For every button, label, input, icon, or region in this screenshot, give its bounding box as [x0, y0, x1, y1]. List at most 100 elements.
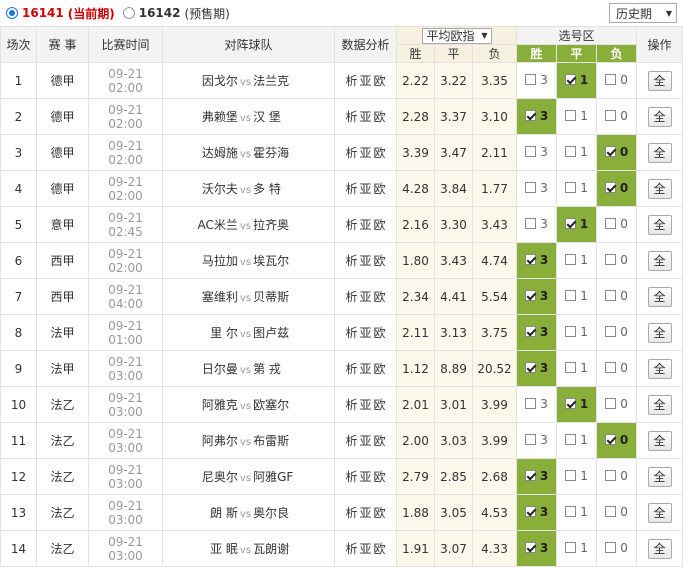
pick-lose-cell[interactable]: 0	[596, 494, 638, 531]
pick-win[interactable]: 3	[524, 361, 548, 375]
pick-win[interactable]: 3	[524, 505, 548, 519]
checkbox-checked-icon[interactable]	[524, 110, 536, 122]
select-all-button[interactable]: 全	[647, 250, 672, 271]
away-team[interactable]: 法兰克	[253, 72, 319, 89]
away-team[interactable]: 瓦朗谢	[253, 540, 319, 557]
away-team[interactable]: 贝蒂斯	[253, 288, 319, 305]
pick-lose[interactable]: 0	[605, 73, 628, 87]
pick-win-cell[interactable]: 3	[516, 494, 558, 531]
checkbox-checked-icon[interactable]	[524, 542, 536, 554]
analysis-link[interactable]: 析	[345, 110, 357, 124]
pick-win-cell[interactable]: 3	[516, 170, 558, 207]
analysis-link[interactable]: 析	[345, 182, 357, 196]
analysis-link[interactable]: 析	[345, 254, 357, 268]
checkbox-icon[interactable]	[605, 398, 617, 410]
pick-win-cell[interactable]: 3	[516, 422, 558, 459]
pick-lose-cell[interactable]: 0	[596, 62, 638, 99]
pick-draw-cell[interactable]: 1	[556, 422, 598, 459]
pick-win-cell[interactable]: 3	[516, 98, 558, 135]
away-team[interactable]: 布雷斯	[253, 432, 319, 449]
away-team[interactable]: 汉 堡	[253, 108, 319, 125]
asian-odds-link[interactable]: 亚	[359, 290, 371, 304]
asian-odds-link[interactable]: 亚	[359, 254, 371, 268]
checkbox-checked-icon[interactable]	[604, 146, 616, 158]
checkbox-icon[interactable]	[525, 434, 537, 446]
pick-win-cell[interactable]: 3	[516, 350, 558, 387]
pick-lose[interactable]: 0	[605, 541, 628, 555]
euro-odds-link[interactable]: 欧	[374, 74, 386, 88]
checkbox-icon[interactable]	[605, 290, 617, 302]
select-all-button[interactable]: 全	[647, 286, 672, 307]
pick-lose[interactable]: 0	[604, 181, 628, 195]
analysis-link[interactable]: 析	[345, 506, 357, 520]
pick-win[interactable]: 3	[525, 73, 548, 87]
checkbox-icon[interactable]	[565, 110, 577, 122]
pick-lose[interactable]: 0	[605, 289, 628, 303]
checkbox-checked-icon[interactable]	[524, 290, 536, 302]
select-all-button[interactable]: 全	[647, 106, 672, 127]
select-all-button[interactable]: 全	[647, 322, 672, 343]
home-team[interactable]: AC米兰	[178, 216, 238, 233]
pick-draw[interactable]: 1	[565, 253, 588, 267]
checkbox-icon[interactable]	[565, 290, 577, 302]
history-select[interactable]: 历史期 ▼	[609, 3, 677, 23]
checkbox-icon[interactable]	[525, 146, 537, 158]
pick-draw-cell[interactable]: 1	[556, 494, 598, 531]
pick-lose[interactable]: 0	[605, 397, 628, 411]
home-team[interactable]: 尼奥尔	[178, 468, 238, 485]
analysis-link[interactable]: 析	[345, 326, 357, 340]
pick-draw[interactable]: 1	[564, 397, 588, 411]
checkbox-checked-icon[interactable]	[564, 218, 576, 230]
select-all-button[interactable]: 全	[647, 538, 672, 559]
away-team[interactable]: 霍芬海	[253, 144, 319, 161]
away-team[interactable]: 图卢兹	[253, 324, 319, 341]
checkbox-icon[interactable]	[525, 218, 537, 230]
pick-lose[interactable]: 0	[605, 253, 628, 267]
pick-lose-cell[interactable]: 0	[596, 134, 638, 171]
select-all-button[interactable]: 全	[647, 502, 672, 523]
asian-odds-link[interactable]: 亚	[359, 182, 371, 196]
asian-odds-link[interactable]: 亚	[359, 434, 371, 448]
pick-draw[interactable]: 1	[564, 73, 588, 87]
pick-lose-cell[interactable]: 0	[596, 530, 638, 567]
select-all-button[interactable]: 全	[647, 178, 672, 199]
select-all-button[interactable]: 全	[647, 394, 672, 415]
pick-lose-cell[interactable]: 0	[596, 98, 638, 135]
euro-odds-link[interactable]: 欧	[374, 218, 386, 232]
checkbox-checked-icon[interactable]	[564, 398, 576, 410]
away-team[interactable]: 阿雅GF	[253, 468, 319, 485]
pick-draw[interactable]: 1	[565, 505, 588, 519]
analysis-link[interactable]: 析	[345, 434, 357, 448]
period-current-radio[interactable]	[6, 7, 18, 19]
checkbox-icon[interactable]	[605, 506, 617, 518]
pick-win-cell[interactable]: 3	[516, 386, 558, 423]
pick-draw[interactable]: 1	[565, 541, 588, 555]
home-team[interactable]: 里 尔	[178, 324, 238, 341]
checkbox-checked-icon[interactable]	[524, 506, 536, 518]
pick-win-cell[interactable]: 3	[516, 62, 558, 99]
euro-odds-link[interactable]: 欧	[374, 110, 386, 124]
pick-win[interactable]: 3	[524, 289, 548, 303]
pick-draw[interactable]: 1	[565, 325, 588, 339]
pick-win[interactable]: 3	[525, 433, 548, 447]
euro-odds-link[interactable]: 欧	[374, 398, 386, 412]
pick-lose-cell[interactable]: 0	[596, 314, 638, 351]
analysis-link[interactable]: 析	[345, 218, 357, 232]
checkbox-checked-icon[interactable]	[524, 254, 536, 266]
checkbox-icon[interactable]	[565, 326, 577, 338]
pick-lose-cell[interactable]: 0	[596, 278, 638, 315]
pick-win[interactable]: 3	[524, 253, 548, 267]
select-all-button[interactable]: 全	[647, 466, 672, 487]
pick-lose[interactable]: 0	[605, 361, 628, 375]
asian-odds-link[interactable]: 亚	[359, 362, 371, 376]
select-all-button[interactable]: 全	[647, 214, 672, 235]
checkbox-icon[interactable]	[605, 362, 617, 374]
checkbox-icon[interactable]	[605, 470, 617, 482]
period-current[interactable]: 16141 (当前期)	[6, 5, 115, 22]
away-team[interactable]: 第 戎	[253, 360, 319, 377]
asian-odds-link[interactable]: 亚	[359, 470, 371, 484]
checkbox-checked-icon[interactable]	[604, 182, 616, 194]
checkbox-icon[interactable]	[605, 254, 617, 266]
checkbox-icon[interactable]	[565, 506, 577, 518]
checkbox-icon[interactable]	[565, 434, 577, 446]
